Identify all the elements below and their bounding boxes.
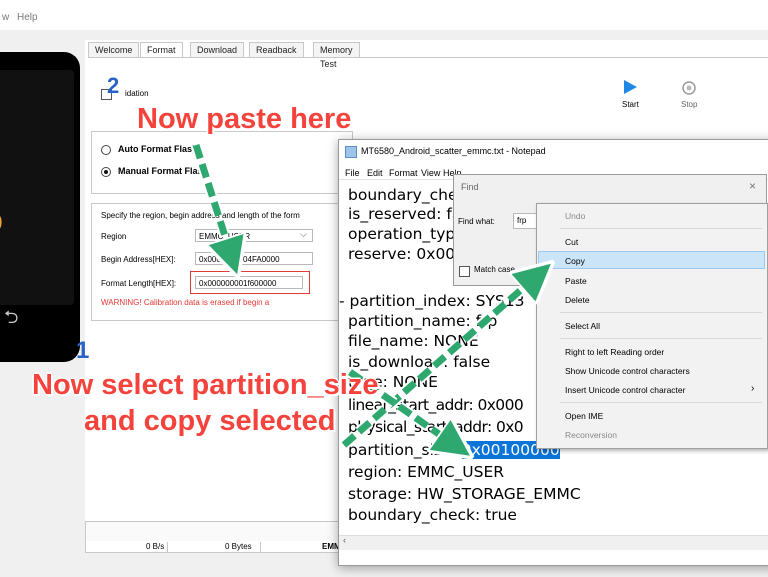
- step-1-number: 1: [76, 337, 90, 364]
- paste-here-annotation: Now paste here: [137, 103, 352, 135]
- copy-selected-annotation: and copy selected: [84, 405, 336, 437]
- step-2-number: 2: [107, 73, 120, 98]
- select-partition-annotation: Now select partition_size: [32, 369, 379, 401]
